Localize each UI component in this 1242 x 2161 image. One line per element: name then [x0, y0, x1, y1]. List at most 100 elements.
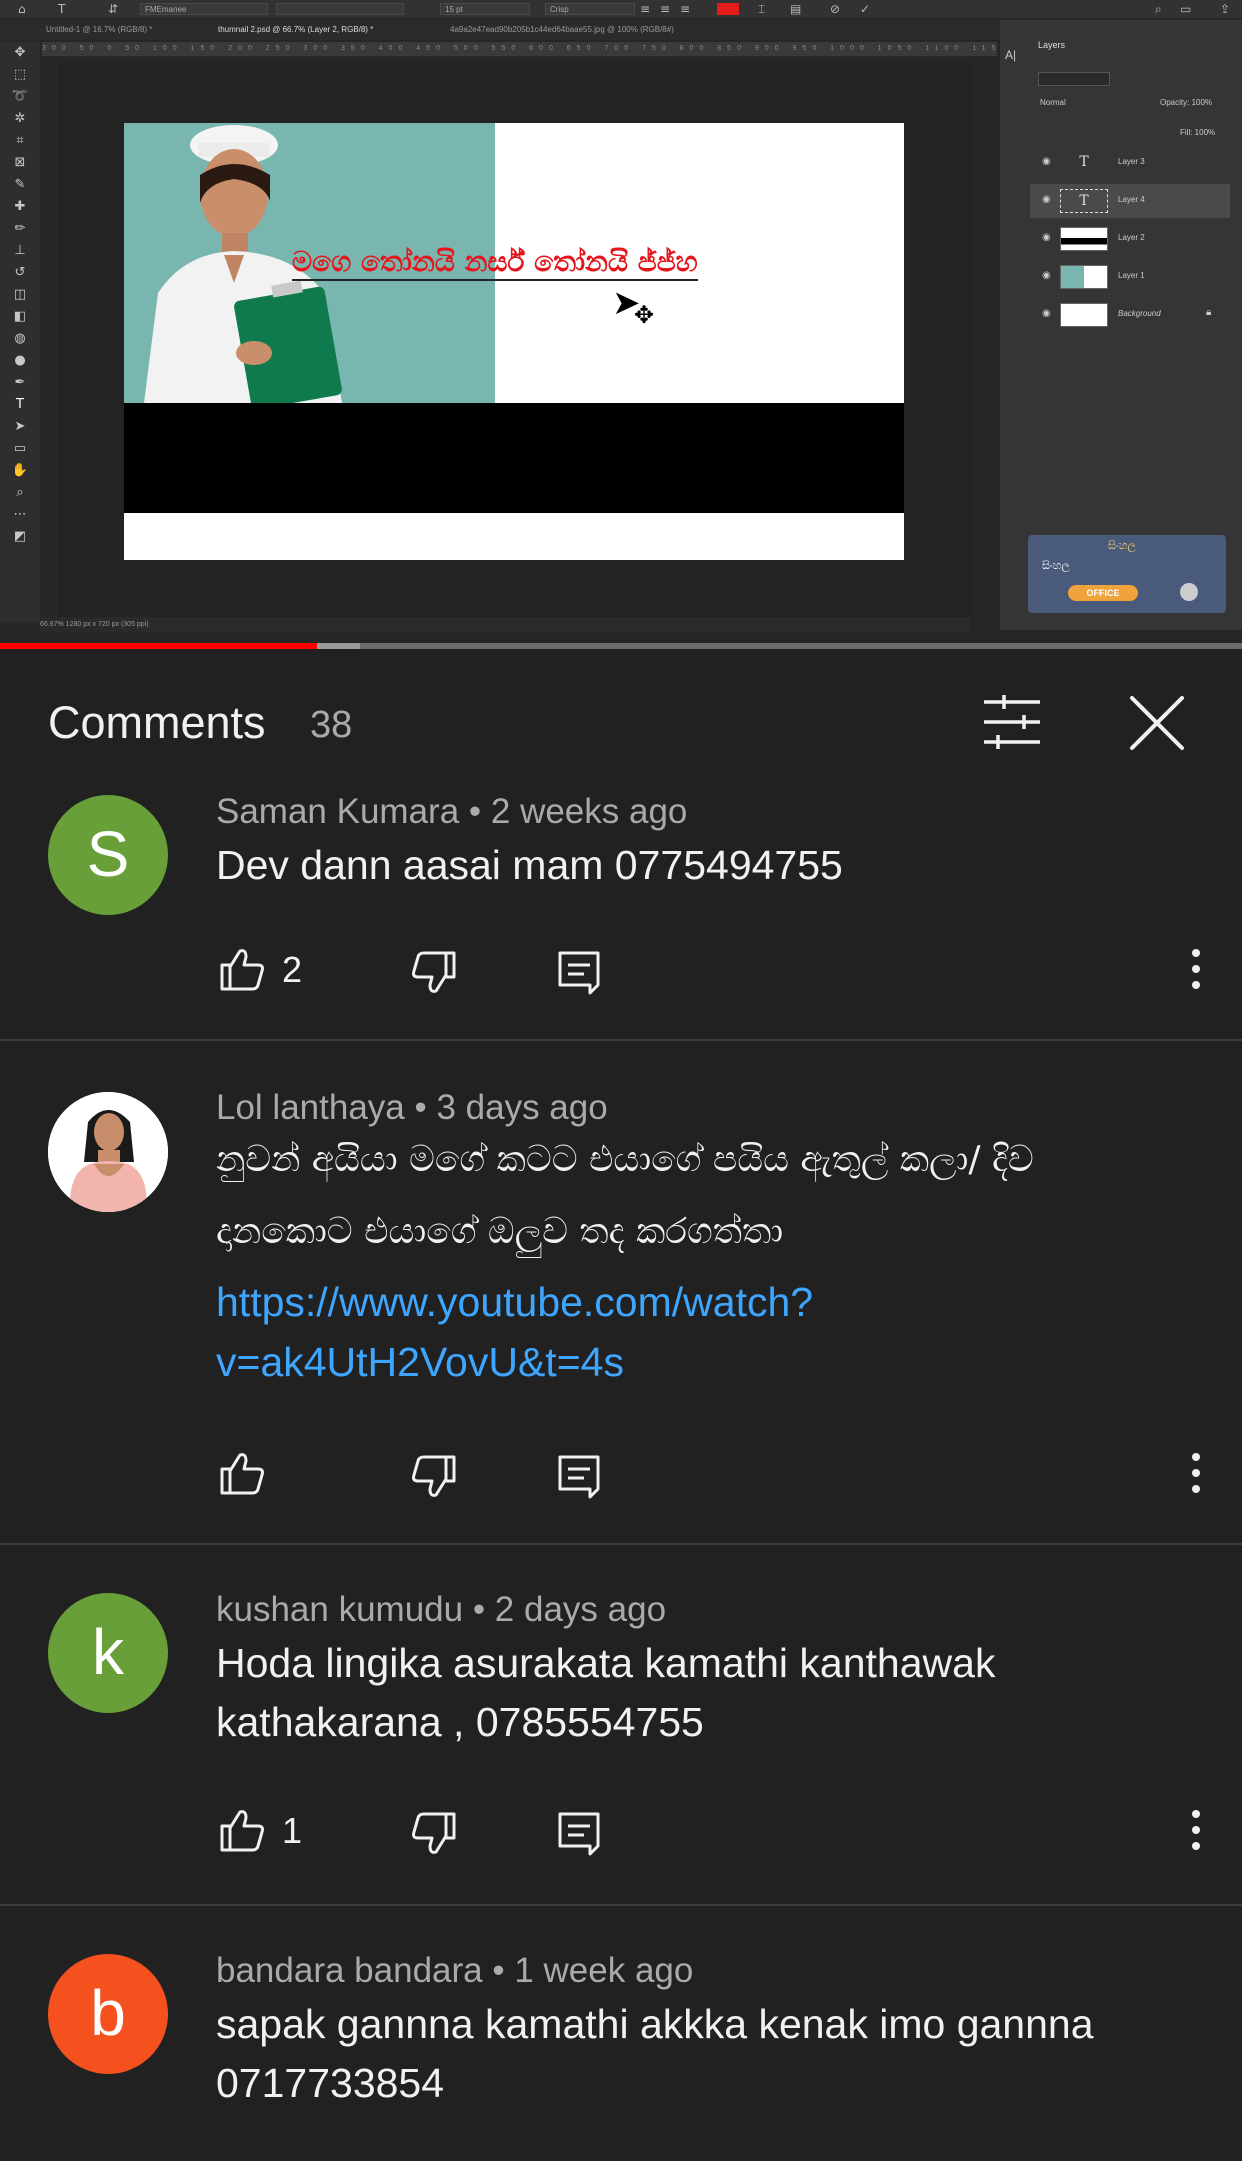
sinhala-ime-widget: සිංහල සිංහල OFFICE — [1028, 535, 1226, 613]
doc-tab: Untitled-1 @ 16.7% (RGB/8) * — [46, 25, 153, 34]
doc-tab-active: thumnail 2.psd @ 66.7% (Layer 2, RGB/8) … — [218, 25, 374, 34]
layer-name: Layer 3 — [1118, 157, 1145, 166]
magic-wand-icon: ✲ — [14, 111, 26, 126]
layer-row: ◉ T Layer 3 — [1030, 146, 1230, 180]
blur-icon: ◍ — [14, 331, 26, 346]
divider — [0, 1904, 1242, 1906]
avatar-photo — [48, 1092, 168, 1212]
move-tool-icon: ✥ — [14, 45, 26, 60]
comment-meta: Lol lanthaya • 3 days ago — [216, 1088, 608, 1127]
align-left-icon: ≡ — [640, 2, 651, 16]
document-canvas: මගෙ තෝනයි නර්ස් තෝනයි ජ්ජ්හ ➤ ✥ — [124, 123, 904, 560]
like-icon[interactable] — [216, 943, 268, 995]
ime-office-badge: OFFICE — [1068, 585, 1138, 601]
eyedropper-icon: ✎ — [14, 177, 26, 192]
divider — [0, 1543, 1242, 1545]
avatar[interactable]: S — [48, 795, 168, 915]
more-options-icon[interactable] — [1170, 1804, 1222, 1856]
panels-icon: ▤ — [790, 2, 802, 16]
path-select-icon: ➤ — [14, 419, 26, 434]
font-style-field — [276, 3, 404, 15]
anti-alias-field: Crisp — [545, 3, 635, 15]
workspace-icon: ▭ — [1180, 2, 1192, 16]
zoom-icon: ⌕ — [16, 485, 24, 500]
warp-text-icon: ⌶ — [758, 2, 766, 16]
stamp-icon: ⊥ — [14, 243, 26, 258]
comment-text: නුවන් අයියා මගේ කටට එයාගේ පයිය ඇතුල් කලා… — [216, 1139, 1034, 1180]
photoshop-options-bar: ⌂ T ⇵ FMEmanee 15 pt Crisp ≡ ≡ ≡ ⌶ ▤ ⊘ ✓… — [0, 0, 1242, 18]
reply-icon[interactable] — [554, 947, 606, 999]
layer-thumb — [1060, 265, 1108, 289]
layer-name: Layer 1 — [1118, 271, 1145, 280]
reply-icon[interactable] — [554, 1808, 606, 1860]
layer-search-field — [1038, 72, 1110, 86]
like-count: 2 — [282, 949, 303, 990]
frame-tool-icon: ⊠ — [14, 155, 26, 170]
layer-row: ◉ Background 🔒︎ — [1030, 298, 1230, 332]
type-tool-icon: T — [58, 2, 66, 16]
ime-candidate: සිංහල — [1042, 559, 1070, 572]
status-bar: 66.67% 1280 px x 720 px (305 ppi) — [40, 617, 970, 633]
comment-text: Hoda lingika asurakata kamathi kanthawak — [216, 1640, 996, 1686]
like-icon[interactable] — [216, 1447, 268, 1499]
healing-icon: ✚ — [14, 199, 26, 214]
comments-list: S Saman Kumara • 2 weeks ago Dev dann aa… — [0, 780, 1242, 2161]
layer-row: ◉ Layer 2 — [1030, 222, 1230, 256]
eye-icon: ◉ — [1042, 232, 1051, 243]
commit-icon: ✓ — [860, 2, 871, 16]
eye-icon: ◉ — [1042, 194, 1051, 205]
comment-link[interactable]: https://www.youtube.com/watch? — [216, 1272, 1196, 1332]
lock-icon: 🔒︎ — [1206, 307, 1212, 318]
comment-thread: S Saman Kumara • 2 weeks ago Dev dann aa… — [0, 780, 1242, 1040]
comment-link[interactable]: v=ak4UtH2VovU&t=4s — [216, 1332, 1196, 1392]
gradient-icon: ◧ — [13, 309, 27, 324]
comment-text: kathakarana , 0785554755 — [216, 1699, 704, 1745]
eye-icon: ◉ — [1042, 270, 1051, 281]
like-icon[interactable] — [216, 1804, 268, 1856]
eye-icon: ◉ — [1042, 308, 1051, 319]
comments-count: 38 — [310, 704, 353, 746]
dislike-icon[interactable] — [408, 1451, 460, 1503]
comment-actions: 1 — [216, 1804, 1216, 1864]
brush-icon: ✏ — [14, 221, 26, 236]
reply-icon[interactable] — [554, 1451, 606, 1503]
black-band — [124, 403, 904, 513]
ime-label: සිංහල — [1108, 539, 1136, 552]
text-color-swatch — [717, 3, 739, 15]
fill-field: Fill: 100% — [1180, 128, 1216, 137]
eraser-icon: ◫ — [13, 287, 27, 302]
more-options-icon[interactable] — [1170, 1447, 1222, 1499]
character-panel-icon: A| — [1005, 48, 1017, 62]
more-options-icon[interactable] — [1170, 943, 1222, 995]
eye-icon: ◉ — [1042, 156, 1051, 167]
avatar[interactable] — [48, 1092, 168, 1212]
font-family-field: FMEmanee — [140, 3, 268, 15]
comment-thread: k kushan kumudu • 2 days ago Hoda lingik… — [0, 1546, 1242, 1904]
comment-meta: Saman Kumara • 2 weeks ago — [216, 792, 688, 831]
comment-meta: kushan kumudu • 2 days ago — [216, 1590, 667, 1629]
ime-toggle-icon — [1180, 583, 1198, 601]
opacity-field: Opacity: 100% — [1160, 98, 1213, 107]
tools-panel: ✥ ⬚ ➰ ✲ ⌗ ⊠ ✎ ✚ ✏ ⊥ ↺ ◫ ◧ ◍ ● ✒ T ➤ ▭ ✋ … — [0, 42, 40, 622]
layer-thumb — [1060, 303, 1108, 327]
avatar[interactable]: b — [48, 1954, 168, 2074]
search-icon: ⌕ — [1155, 2, 1162, 16]
close-icon[interactable] — [1128, 694, 1186, 752]
more-tools-icon: ⋯ — [13, 507, 27, 522]
comment-thread: Lol lanthaya • 3 days ago නුවන් අයියා මග… — [0, 1042, 1242, 1542]
avatar[interactable]: k — [48, 1593, 168, 1713]
comment-text: දානකොට එයාගේ ඔලුව තද කරගත්තා — [216, 1211, 784, 1252]
comments-header: Comments 38 — [0, 649, 1242, 795]
marquee-tool-icon: ⬚ — [13, 67, 27, 82]
comment-thread: b bandara bandara • 1 week ago sapak gan… — [0, 1907, 1242, 2161]
align-right-icon: ≡ — [680, 2, 691, 16]
shape-icon: ▭ — [13, 441, 27, 456]
history-brush-icon: ↺ — [14, 265, 26, 280]
cancel-icon: ⊘ — [830, 2, 841, 16]
layer-name: Layer 2 — [1118, 233, 1145, 242]
dislike-icon[interactable] — [408, 1808, 460, 1860]
video-player[interactable]: ⌂ T ⇵ FMEmanee 15 pt Crisp ≡ ≡ ≡ ⌶ ▤ ⊘ ✓… — [0, 0, 1242, 643]
layer-name: Background — [1118, 309, 1161, 318]
dislike-icon[interactable] — [408, 947, 460, 999]
filter-sliders-icon[interactable] — [982, 694, 1042, 750]
